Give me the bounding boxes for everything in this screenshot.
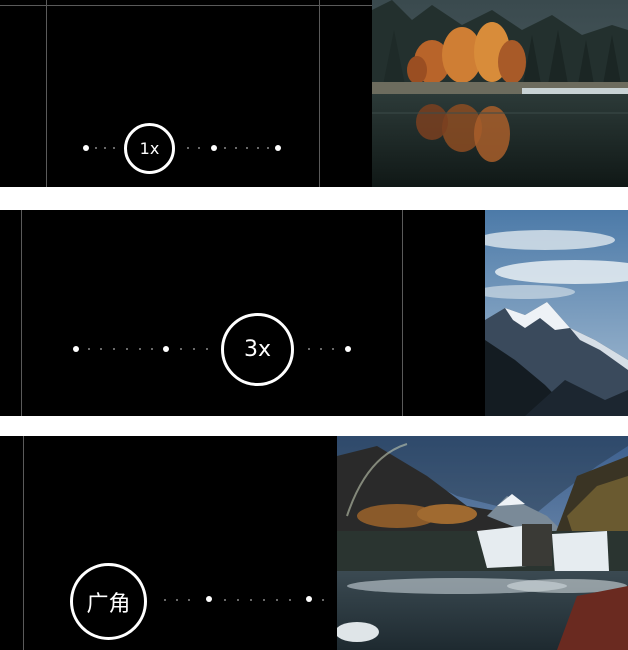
frame-guide-line <box>0 5 372 6</box>
frame-guide-line <box>23 436 24 650</box>
zoom-tick <box>151 348 153 350</box>
zoom-tick <box>224 147 226 149</box>
zoom-1x-button[interactable]: 1x <box>124 123 175 174</box>
autumn-lake-reflection-photo <box>372 0 628 187</box>
frame-guide-line <box>402 210 403 416</box>
zoom-wide-button[interactable]: 广角 <box>70 563 147 640</box>
zoom-tick <box>263 599 265 601</box>
snow-mountain-photo <box>485 210 628 416</box>
zoom-tick <box>257 147 259 149</box>
waterfall-valley-photo <box>337 436 628 650</box>
zoom-tick <box>237 599 239 601</box>
zoom-stop-dot[interactable] <box>211 145 217 151</box>
zoom-stop-dot[interactable] <box>163 346 169 352</box>
frame-guide-line <box>46 0 47 187</box>
zoom-stop-dot[interactable] <box>275 145 281 151</box>
zoom-panel-wide: 广角 <box>0 436 628 650</box>
zoom-label: 3x <box>243 337 272 362</box>
zoom-tick <box>308 348 310 350</box>
zoom-tick <box>235 147 237 149</box>
zoom-tick <box>113 147 115 149</box>
zoom-tick <box>113 348 115 350</box>
zoom-3x-button[interactable]: 3x <box>221 313 294 386</box>
zoom-tick <box>206 348 208 350</box>
zoom-tick <box>187 147 189 149</box>
frame-guide-line <box>319 0 320 187</box>
zoom-tick <box>276 599 278 601</box>
frame-guide-line <box>21 210 22 416</box>
zoom-tick <box>139 348 141 350</box>
zoom-tick <box>104 147 106 149</box>
zoom-tick <box>289 599 291 601</box>
zoom-label: 1x <box>139 139 160 158</box>
zoom-stop-dot[interactable] <box>306 596 312 602</box>
zoom-tick <box>320 348 322 350</box>
zoom-tick <box>188 599 190 601</box>
zoom-label: 广角 <box>86 591 131 617</box>
zoom-tick <box>224 599 226 601</box>
zoom-tick <box>180 348 182 350</box>
zoom-tick <box>246 147 248 149</box>
zoom-tick <box>95 147 97 149</box>
zoom-stop-dot[interactable] <box>345 346 351 352</box>
zoom-stop-dot[interactable] <box>73 346 79 352</box>
zoom-tick <box>126 348 128 350</box>
zoom-tick <box>198 147 200 149</box>
zoom-stop-dot[interactable] <box>83 145 89 151</box>
zoom-tick <box>100 348 102 350</box>
zoom-stop-dot[interactable] <box>206 596 212 602</box>
zoom-tick <box>88 348 90 350</box>
zoom-tick <box>164 599 166 601</box>
zoom-tick <box>332 348 334 350</box>
zoom-tick <box>250 599 252 601</box>
zoom-panel-3x: 3x <box>0 210 628 416</box>
zoom-panel-1x: 1x <box>0 0 628 187</box>
zoom-tick <box>176 599 178 601</box>
zoom-tick <box>193 348 195 350</box>
zoom-tick <box>322 599 324 601</box>
zoom-tick <box>267 147 269 149</box>
